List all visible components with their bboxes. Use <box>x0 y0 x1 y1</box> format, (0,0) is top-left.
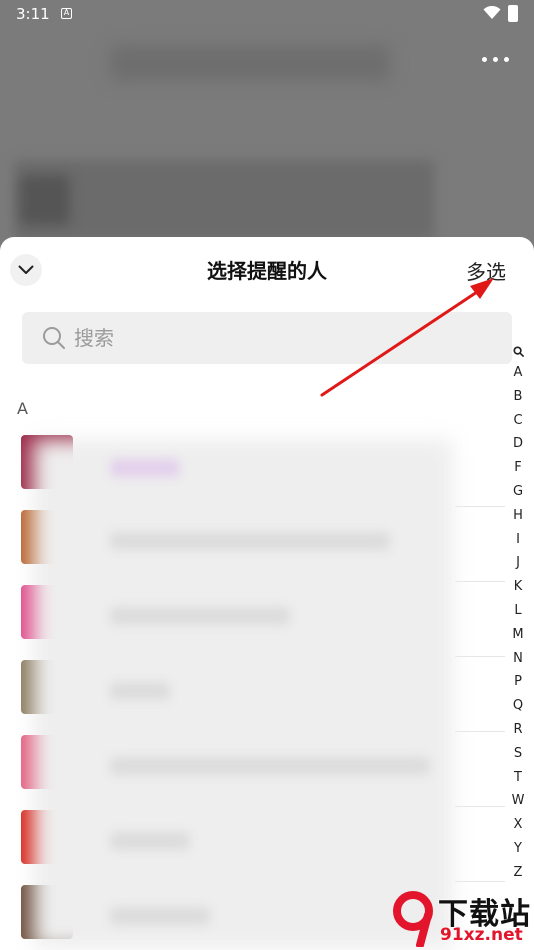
watermark-logo: 下载站 91xz.net <box>388 883 534 950</box>
index-letter[interactable]: S <box>506 742 530 766</box>
status-time: 3:11 <box>16 5 50 23</box>
blurred-name <box>110 607 290 625</box>
index-letter[interactable]: N <box>506 647 530 671</box>
index-letter[interactable]: K <box>506 575 530 599</box>
index-letter[interactable]: I <box>506 528 530 552</box>
alphabet-index[interactable]: ABCDFGHIJKLMNPQRSTWXYZ <box>506 341 530 885</box>
privacy-blur-overlay <box>33 439 453 949</box>
index-letter[interactable]: B <box>506 385 530 409</box>
index-letter[interactable]: D <box>506 432 530 456</box>
index-letter[interactable]: H <box>506 504 530 528</box>
index-letter[interactable]: G <box>506 480 530 504</box>
blurred-name <box>110 757 430 775</box>
search-input[interactable] <box>74 322 374 354</box>
index-letter[interactable]: L <box>506 599 530 623</box>
index-letter[interactable]: Z <box>506 861 530 885</box>
notification-badge-icon: A <box>61 8 72 19</box>
index-letter[interactable]: Y <box>506 837 530 861</box>
index-letter[interactable]: X <box>506 813 530 837</box>
section-header-letter: A <box>17 399 28 418</box>
index-letter[interactable]: J <box>506 551 530 575</box>
blurred-name <box>110 907 210 925</box>
blurred-name <box>110 459 180 477</box>
index-letter[interactable]: A <box>506 361 530 385</box>
status-bar: 3:11 A <box>0 0 534 28</box>
search-icon <box>43 327 65 349</box>
index-letter[interactable]: T <box>506 766 530 790</box>
wifi-icon <box>483 6 501 19</box>
blurred-name <box>110 532 390 550</box>
index-letter[interactable]: Q <box>506 694 530 718</box>
index-letter[interactable]: W <box>506 789 530 813</box>
background-content-blur <box>14 160 434 240</box>
index-letter[interactable]: M <box>506 623 530 647</box>
multi-select-button[interactable]: 多选 <box>466 256 506 285</box>
index-letter[interactable]: F <box>506 456 530 480</box>
select-mention-sheet: 选择提醒的人 多选 A ABCDFGHIJKLMNPQRSTWXYZ <box>0 237 534 950</box>
background-title-blur <box>110 45 390 81</box>
more-options-icon <box>481 50 511 70</box>
blurred-name <box>110 832 190 850</box>
sheet-title: 选择提醒的人 <box>207 259 327 283</box>
background-avatar-blur <box>20 175 70 225</box>
search-box[interactable] <box>22 312 512 364</box>
index-letter[interactable]: R <box>506 718 530 742</box>
watermark-url: 91xz.net <box>440 925 523 945</box>
index-letter[interactable]: C <box>506 409 530 433</box>
blurred-name <box>110 682 170 700</box>
index-search-icon[interactable] <box>506 341 530 361</box>
site-logo-icon <box>393 891 433 947</box>
battery-icon <box>508 5 518 22</box>
index-letter[interactable]: P <box>506 670 530 694</box>
